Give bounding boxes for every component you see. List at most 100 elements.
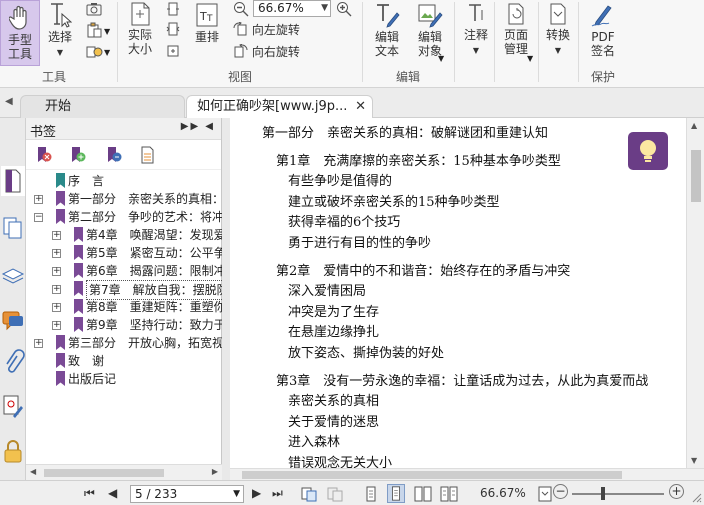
tip-lightbulb-button[interactable] — [628, 132, 668, 170]
bookmark-item[interactable]: 序 言 — [26, 172, 222, 190]
annotate-dropdown-icon[interactable]: ▼ — [473, 46, 479, 55]
scrollbar-thumb[interactable] — [691, 150, 701, 202]
bookmark-item[interactable]: + 第三部分 开放心胸，拓宽视 — [26, 334, 222, 352]
edit-text-button[interactable]: 编辑 文本 — [368, 2, 406, 66]
resize-grip-icon[interactable] — [690, 491, 702, 503]
layers-panel-icon[interactable] — [1, 258, 25, 288]
rotate-left-button[interactable]: 向左旋转 — [233, 21, 300, 38]
edit-object-dropdown-icon[interactable]: ▼ — [438, 54, 444, 63]
rotate-right-button[interactable]: 向右旋转 — [233, 43, 300, 60]
delete-bookmark-icon[interactable] — [36, 146, 52, 164]
bookmark-item[interactable]: 出版后记 — [26, 370, 222, 388]
convert-button[interactable]: 转换 ▼ — [542, 2, 574, 66]
scroll-left-icon[interactable]: ◀ — [30, 467, 36, 476]
convert-dropdown-icon[interactable]: ▼ — [555, 46, 561, 55]
scroll-down-icon[interactable]: ▼ — [691, 456, 697, 465]
select-dropdown-icon[interactable]: ▼ — [57, 48, 63, 57]
zoom-in-icon[interactable] — [336, 1, 352, 17]
reflow-icon: TT — [196, 3, 218, 27]
shapes-icon[interactable] — [86, 44, 104, 60]
pdf-sign-button[interactable]: PDF 签名 — [584, 2, 622, 66]
scroll-right-icon[interactable]: ▶ — [212, 467, 218, 476]
scroll-up-icon[interactable]: ▲ — [691, 121, 697, 130]
single-page-view-icon[interactable] — [364, 486, 378, 502]
fit-width-icon[interactable] — [166, 22, 180, 36]
pages-panel-icon[interactable] — [1, 212, 25, 242]
expand-node-icon[interactable]: + — [52, 249, 61, 258]
tab-document[interactable]: 如何正确吵架[www.j9p... ✕ — [186, 95, 373, 118]
expand-node-icon[interactable]: + — [34, 195, 43, 204]
page-manage-icon — [508, 3, 524, 25]
hand-tool-button[interactable]: 手型 工具 — [0, 0, 40, 66]
tab-home[interactable]: 开始 — [20, 95, 185, 118]
expand-node-icon[interactable]: + — [52, 267, 61, 276]
first-page-icon[interactable]: ⏮ — [84, 486, 95, 501]
continuous-facing-view-icon[interactable] — [440, 486, 458, 502]
bookmark-item[interactable]: − 第二部分 争吵的艺术：将冲 — [26, 208, 222, 226]
fit-page-icon[interactable] — [166, 2, 180, 16]
reflow-button[interactable]: TT 重排 — [190, 2, 224, 66]
zoom-out-icon[interactable] — [233, 1, 249, 17]
copy-page-icon[interactable] — [300, 486, 318, 502]
tab-scroll-left-icon[interactable]: ◀ — [5, 96, 13, 107]
expand-node-icon[interactable]: + — [52, 303, 61, 312]
scrollbar-thumb[interactable] — [44, 469, 164, 477]
facing-view-icon[interactable] — [414, 486, 432, 502]
attachments-panel-icon[interactable] — [1, 348, 25, 378]
bookmark-item[interactable]: + 第4章 唤醒渴望：发现爱 — [26, 226, 222, 244]
bookmark-panel-icon[interactable] — [1, 166, 25, 196]
comments-panel-icon[interactable] — [1, 304, 25, 334]
bookmark-item[interactable]: + 第6章 揭露问题：限制冲 — [26, 262, 222, 280]
camera-icon[interactable] — [86, 2, 102, 16]
fit-options-icon[interactable] — [538, 486, 552, 502]
clipboard-dropdown-icon[interactable]: ▼ — [104, 27, 110, 36]
expand-bookmark-icon[interactable] — [106, 146, 122, 164]
chapter-heading: 第2章 爱情中的不和谐音：始终存在的矛盾与冲突 — [276, 263, 571, 279]
clipboard-icon[interactable] — [86, 22, 102, 38]
bookmark-panel-scrollbar[interactable]: ◀ ▶ — [26, 464, 222, 480]
panel-splitter[interactable] — [222, 118, 230, 480]
collapse-node-icon[interactable]: − — [34, 213, 43, 222]
continuous-view-icon[interactable] — [387, 484, 405, 503]
expand-node-icon[interactable]: + — [52, 231, 61, 240]
bookmark-options-icon[interactable] — [140, 146, 156, 164]
svg-text:T: T — [199, 10, 207, 23]
add-bookmark-icon[interactable] — [70, 146, 86, 164]
zoom-in-button[interactable]: + — [669, 484, 684, 499]
vertical-scrollbar[interactable]: ▲ ▼ — [686, 118, 704, 468]
select-button[interactable]: 选择 ▼ — [44, 2, 76, 66]
expand-node-icon[interactable]: + — [52, 285, 61, 294]
signature-panel-icon[interactable] — [1, 392, 25, 422]
bookmark-item[interactable]: + 第8章 重建矩阵：重塑你 — [26, 298, 222, 316]
horizontal-scrollbar[interactable] — [230, 468, 704, 480]
chevron-down-icon[interactable]: ▼ — [233, 486, 240, 502]
scrollbar-thumb[interactable] — [242, 471, 622, 479]
zoom-slider-track[interactable] — [572, 493, 664, 495]
expand-node-icon[interactable]: + — [34, 339, 43, 348]
fit-visible-icon[interactable] — [166, 44, 180, 58]
shapes-dropdown-icon[interactable]: ▼ — [104, 48, 110, 57]
chevron-down-icon[interactable]: ▼ — [321, 1, 328, 16]
panel-collapse-icon[interactable]: ▶▶ ◀ — [181, 121, 215, 132]
duplicate-page-icon[interactable] — [326, 486, 344, 502]
page-number-value: 5 / 233 — [135, 487, 178, 501]
actual-size-button[interactable]: 实际 大小 — [122, 2, 158, 66]
bookmark-item[interactable]: 致 谢 — [26, 352, 222, 370]
previous-page-icon[interactable]: ◀ — [108, 486, 117, 500]
next-page-icon[interactable]: ▶ — [252, 486, 261, 500]
zoom-level-select[interactable]: 66.67% ▼ — [253, 0, 331, 17]
close-tab-icon[interactable]: ✕ — [355, 96, 366, 118]
lock-security-icon[interactable] — [1, 436, 25, 466]
bookmark-item[interactable]: + 第9章 坚持行动：致力于 — [26, 316, 222, 334]
bookmark-item[interactable]: + 第5章 紧密互动：公平争 — [26, 244, 222, 262]
section-entry: 勇于进行有目的性的争吵 — [288, 236, 432, 251]
expand-node-icon[interactable]: + — [52, 321, 61, 330]
annotate-button[interactable]: 注释 ▼ — [460, 2, 492, 66]
zoom-out-button[interactable]: − — [553, 484, 568, 499]
bookmark-item[interactable]: + 第7章 解放自我：摆脱防 — [26, 280, 222, 300]
zoom-slider-thumb[interactable] — [601, 487, 605, 500]
page-number-input[interactable]: 5 / 233 ▼ — [130, 485, 244, 503]
bookmark-item[interactable]: + 第一部分 亲密关系的真相： — [26, 190, 222, 208]
last-page-icon[interactable]: ⏭ — [272, 486, 283, 501]
page-manage-dropdown-icon[interactable]: ▼ — [527, 54, 533, 63]
